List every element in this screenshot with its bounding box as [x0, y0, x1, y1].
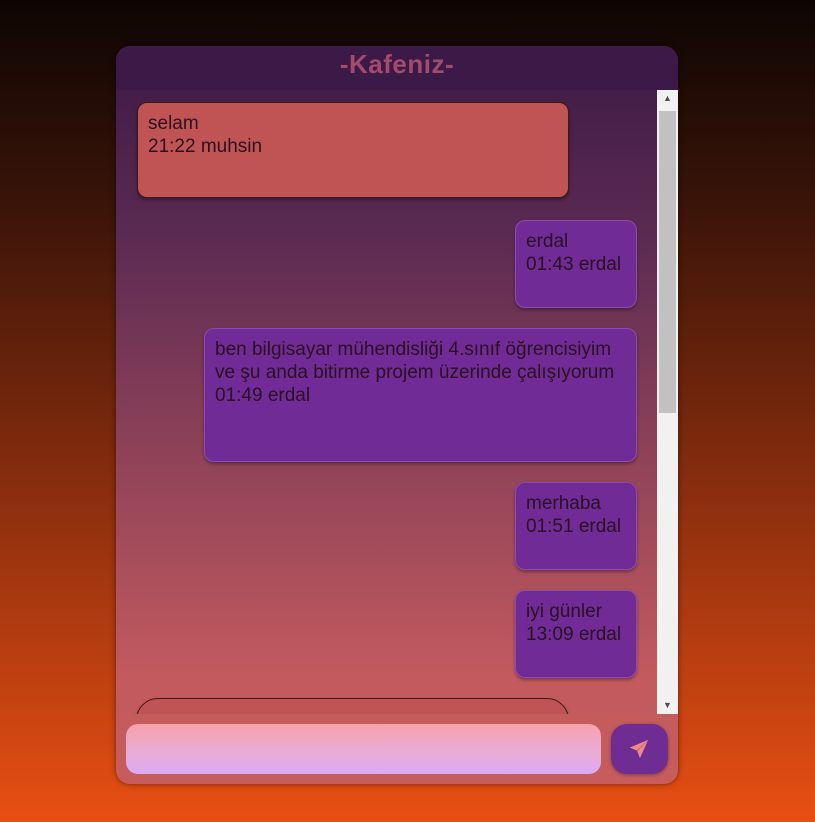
message-scrollbar[interactable]: ▲ ▼: [657, 90, 678, 714]
scroll-up-arrow-icon[interactable]: ▲: [657, 90, 678, 107]
message-bubble: merhaba 01:51 erdal: [515, 482, 637, 570]
message-list[interactable]: selam 21:22 muhsin erdal 01:43 erdal ben…: [116, 90, 657, 714]
message-text: iyi günler: [526, 601, 603, 622]
message-meta: 01:49 erdal: [215, 385, 311, 406]
app-title: -Kafeniz-: [339, 49, 455, 79]
message-input[interactable]: [126, 724, 601, 774]
message-bubble: ben bilgisayar mühendisliği 4.sınıf öğre…: [204, 328, 637, 462]
scroll-down-arrow-icon[interactable]: ▼: [657, 697, 678, 714]
chat-header: -Kafeniz-: [116, 46, 678, 90]
message-text: merhaba: [526, 493, 601, 514]
message-text: erdal: [526, 231, 569, 252]
message-text: ben bilgisayar mühendisliği 4.sınıf öğre…: [215, 339, 615, 383]
message-meta: 21:22 muhsin: [148, 136, 263, 157]
message-meta: 01:51 erdal: [526, 516, 622, 537]
chat-window: -Kafeniz- selam 21:22 muhsin erdal 01:43…: [116, 46, 678, 784]
message-bubble: erdal 01:43 erdal: [515, 220, 637, 308]
message-bubble: selam 21:22 muhsin: [137, 102, 569, 198]
message-text: selam: [148, 113, 199, 134]
message-meta: 01:43 erdal: [526, 254, 622, 275]
message-bubble: [136, 698, 569, 714]
message-bubble: iyi günler 13:09 erdal: [515, 590, 637, 678]
scrollbar-thumb[interactable]: [659, 111, 676, 413]
message-meta: 13:09 erdal: [526, 624, 622, 645]
send-button[interactable]: [611, 724, 668, 774]
paper-plane-icon: [629, 739, 649, 759]
